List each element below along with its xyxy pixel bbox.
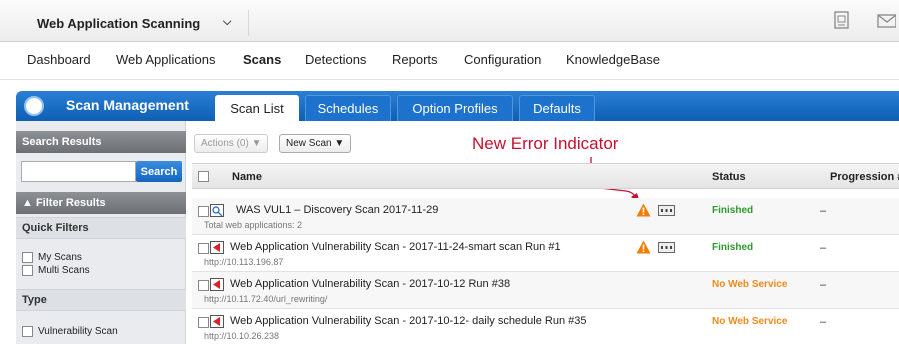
table-row[interactable]: Web Application Vulnerability Scan - 201…	[192, 235, 899, 272]
column-name[interactable]: Name	[232, 171, 262, 183]
module-title: Scan Management	[66, 97, 189, 113]
new-scan-dropdown[interactable]: New Scan ▼	[279, 134, 352, 153]
filter-label: Vulnerability Scan	[38, 326, 118, 337]
quick-filters-label: Quick Filters	[16, 217, 186, 239]
mail-icon[interactable]	[876, 10, 896, 30]
search-results-header: Search Results	[16, 131, 186, 153]
nav-dashboard[interactable]: Dashboard	[27, 52, 91, 67]
filter-label: Multi Scans	[38, 265, 90, 276]
nav-scans[interactable]: Scans	[243, 52, 281, 67]
progression-value: –	[820, 279, 827, 291]
row-checkbox[interactable]	[198, 280, 209, 291]
main-nav: Dashboard Web Applications Scans Detecti…	[0, 43, 899, 80]
tab-defaults[interactable]: Defaults	[519, 95, 595, 121]
progression-value: –	[820, 316, 827, 328]
table-header: Name Status Progression #	[192, 163, 899, 189]
status-label: No Web Service	[712, 279, 788, 290]
select-all-checkbox[interactable]	[198, 171, 209, 182]
multi-scan-icon	[210, 204, 224, 217]
checkbox[interactable]	[22, 252, 33, 263]
scan-detail: Total web applications: 2	[204, 220, 303, 230]
filter-sidebar: Search Results Search ▲ Filter Results Q…	[16, 121, 186, 344]
app-selector[interactable]: Web Application Scanning ⌵	[27, 10, 249, 36]
scan-detail: http://10.11.72.40/url_rewriting/	[204, 294, 328, 304]
nav-reports[interactable]: Reports	[392, 52, 438, 67]
tab-option-profiles[interactable]: Option Profiles	[397, 95, 513, 121]
row-checkbox[interactable]	[198, 206, 209, 217]
search-button[interactable]: Search	[136, 161, 182, 182]
actions-dropdown[interactable]: Actions (0) ▼	[194, 134, 269, 153]
filter-my-scans[interactable]: My Scans	[22, 252, 82, 263]
vulnerability-scan-icon	[210, 241, 224, 254]
search-input[interactable]	[21, 161, 136, 182]
notes-icon[interactable]	[832, 10, 852, 30]
nav-knowledgebase[interactable]: KnowledgeBase	[566, 52, 660, 67]
type-label: Type	[16, 289, 186, 311]
nav-configuration[interactable]: Configuration	[464, 52, 541, 67]
scan-list-panel: Actions (0) ▼ New Scan ▼ New Error Indic…	[186, 121, 899, 344]
scan-name[interactable]: Web Application Vulnerability Scan - 201…	[230, 315, 587, 327]
error-indicator-annotation: New Error Indicator	[472, 134, 619, 153]
scan-detail: http://10.113.196.87	[204, 257, 284, 267]
row-checkbox[interactable]	[198, 317, 209, 328]
scan-detail: http://10.10.26.238	[204, 331, 280, 341]
scan-details-icon[interactable]	[658, 205, 675, 216]
table-row[interactable]: Web Application Vulnerability Scan - 201…	[192, 272, 899, 309]
vulnerability-scan-icon	[210, 278, 224, 291]
filter-results-header[interactable]: ▲ Filter Results	[16, 192, 186, 214]
checkbox[interactable]	[22, 326, 33, 337]
scan-name[interactable]: WAS VUL1 – Discovery Scan 2017-11-29	[236, 204, 438, 216]
vulnerability-scan-icon	[210, 315, 224, 328]
error-warning-icon[interactable]	[636, 240, 651, 254]
module-bar: Scan Management Scan List Schedules Opti…	[16, 91, 899, 121]
filter-vulnerability-scan[interactable]: Vulnerability Scan	[22, 326, 118, 337]
top-header: Web Application Scanning ⌵	[0, 0, 899, 42]
app-name: Web Application Scanning	[37, 15, 201, 31]
nav-web-applications[interactable]: Web Applications	[116, 52, 216, 67]
column-status[interactable]: Status	[712, 171, 746, 183]
tab-schedules[interactable]: Schedules	[305, 95, 391, 121]
scan-name[interactable]: Web Application Vulnerability Scan - 201…	[230, 241, 561, 253]
column-progression[interactable]: Progression #	[830, 171, 899, 183]
progression-value: –	[820, 205, 827, 217]
status-label: Finished	[712, 242, 754, 253]
row-checkbox[interactable]	[198, 243, 209, 254]
filter-label: My Scans	[38, 252, 82, 263]
scan-management-logo-icon	[24, 96, 44, 116]
tab-scan-list[interactable]: Scan List	[215, 95, 299, 121]
chevron-down-icon[interactable]: ⌵	[223, 16, 231, 29]
status-label: No Web Service	[712, 316, 788, 327]
scan-details-icon[interactable]	[658, 242, 675, 253]
checkbox[interactable]	[22, 265, 33, 276]
progression-value: –	[820, 242, 827, 254]
status-label: Finished	[712, 205, 754, 216]
nav-detections[interactable]: Detections	[305, 52, 366, 67]
scan-name[interactable]: Web Application Vulnerability Scan - 201…	[230, 278, 510, 290]
filter-multi-scans[interactable]: Multi Scans	[22, 265, 90, 276]
error-warning-icon[interactable]	[636, 203, 651, 217]
table-row[interactable]: Web Application Vulnerability Scan - 201…	[192, 309, 899, 344]
table-row[interactable]: WAS VUL1 – Discovery Scan 2017-11-29 Tot…	[192, 198, 899, 235]
